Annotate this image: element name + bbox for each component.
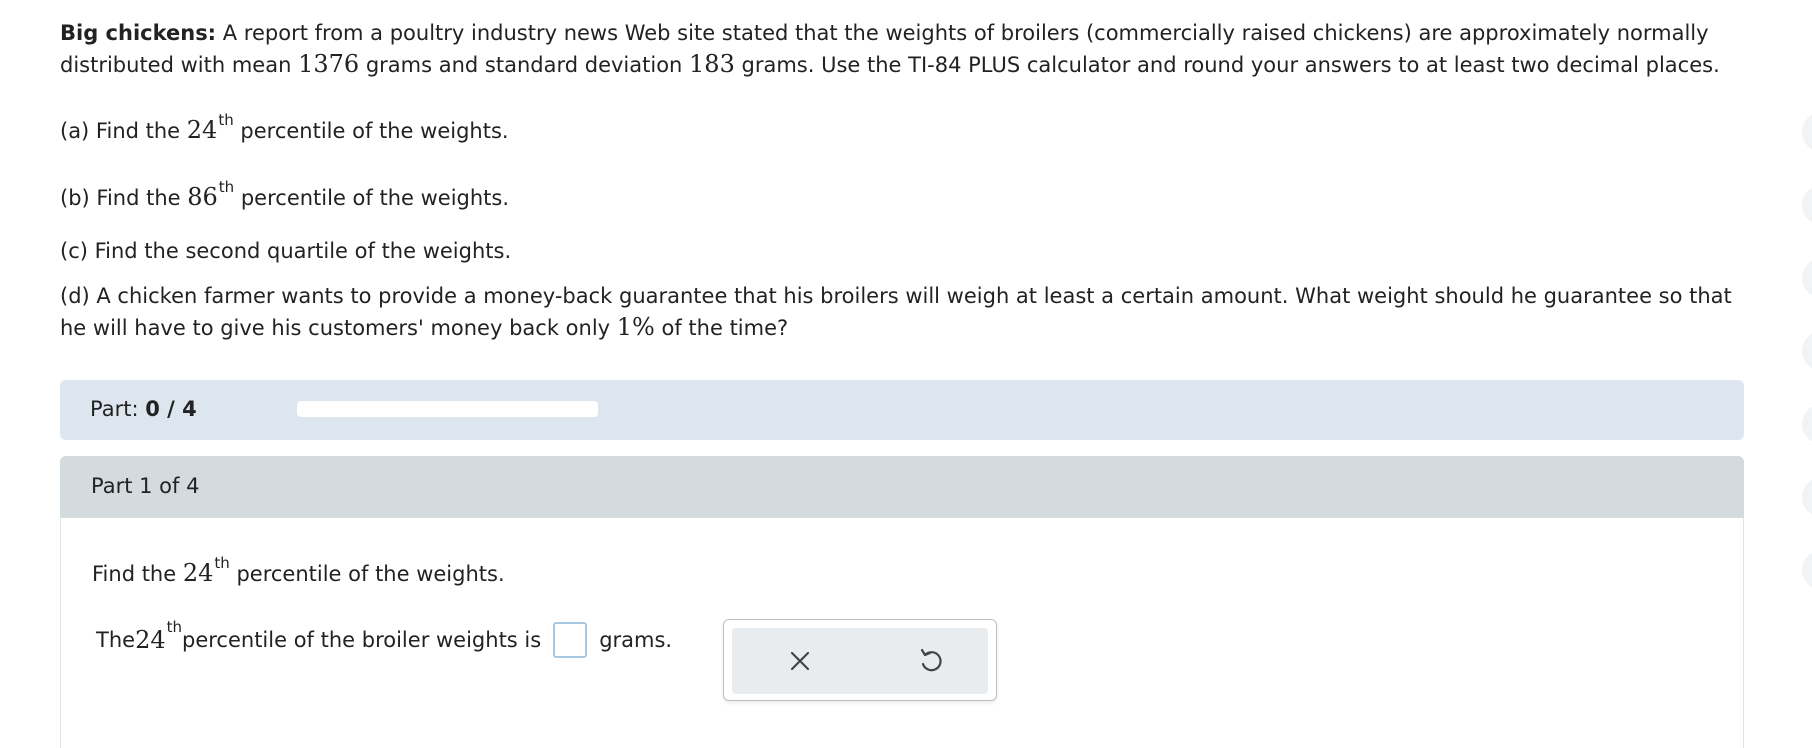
part-prompt: Find the 24th percentile of the weights.: [92, 554, 505, 587]
problem-title: Big chickens:: [60, 21, 217, 45]
problem-statement: Big chickens: A report from a poultry in…: [60, 18, 1750, 344]
answer-input[interactable]: [553, 622, 588, 658]
question-b: (b) Find the 86th percentile of the weig…: [60, 178, 510, 211]
progress-count: 0 / 4: [145, 397, 197, 421]
mean-value: 1376: [298, 50, 360, 78]
progress-track: [297, 401, 598, 417]
question-c: (c) Find the second quartile of the weig…: [60, 239, 512, 263]
answer-row: The 24th percentile of the broiler weigh…: [96, 618, 673, 658]
question-d: (d) A chicken farmer wants to provide a …: [60, 284, 1732, 341]
progress-label: Part: 0 / 4: [90, 397, 197, 421]
part-header: Part 1 of 4: [60, 456, 1744, 518]
part-header-label: Part 1 of 4: [91, 474, 200, 498]
undo-icon[interactable]: [914, 645, 946, 677]
part-progress: Part: 0 / 4: [60, 380, 1744, 440]
answer-tools: [723, 619, 997, 701]
unit-label: grams.: [599, 627, 673, 652]
sd-value: 183: [689, 50, 735, 78]
question-a: (a) Find the 24th percentile of the weig…: [60, 111, 509, 144]
side-decoration: [1802, 112, 1812, 623]
problem-intro: Big chickens: A report from a poultry in…: [60, 21, 1720, 78]
close-icon[interactable]: [784, 645, 816, 677]
